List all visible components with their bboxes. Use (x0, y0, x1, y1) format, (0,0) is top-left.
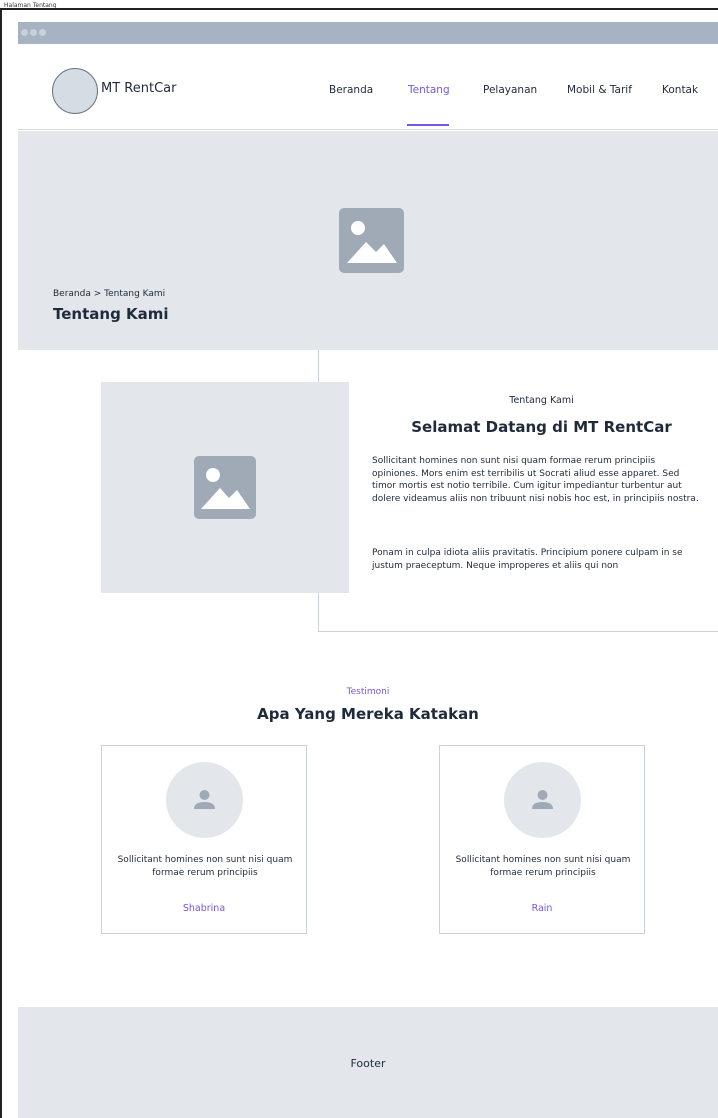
image-placeholder-icon (339, 208, 404, 273)
testimonial-text: Sollicitant homines non sunt nisi quam f… (117, 855, 293, 878)
nav-item-kontak[interactable]: Kontak (662, 84, 698, 96)
testimonial-title: Apa Yang Mereka Katakan (257, 705, 479, 723)
active-nav-indicator (407, 124, 449, 126)
close-dot[interactable] (21, 29, 28, 36)
maximize-dot[interactable] (39, 29, 46, 36)
hero-banner: Beranda > Tentang Kami Tentang Kami (18, 131, 718, 350)
testimonial-card: Sollicitant homines non sunt nisi quam f… (101, 745, 307, 934)
about-paragraph: Sollicitant homines non sunt nisi quam f… (372, 456, 699, 504)
navbar: MT RentCar Beranda Tentang Pelayanan Mob… (18, 44, 718, 130)
testimonial-author: Shabrina (182, 903, 226, 914)
page-title: Tentang Kami (53, 305, 169, 323)
divider (318, 631, 718, 632)
nav-item-mobil-tarif[interactable]: Mobil & Tarif (567, 84, 632, 96)
breadcrumb: Beranda > Tentang Kami (53, 289, 166, 299)
image-placeholder-icon (194, 456, 256, 519)
nav-item-beranda[interactable]: Beranda (329, 84, 373, 96)
about-paragraph: Ponam in culpa idiota aliis pravitatis. … (372, 548, 683, 571)
testimonial-text: Sollicitant homines non sunt nisi quam f… (455, 855, 631, 878)
footer: Footer (18, 1007, 718, 1118)
footer-label: Footer (350, 1057, 386, 1070)
about-image (101, 382, 349, 593)
nav-item-pelayanan[interactable]: Pelayanan (483, 84, 537, 96)
testimonial-eyebrow: Testimoni (346, 687, 390, 697)
minimize-dot[interactable] (30, 29, 37, 36)
about-eyebrow: Tentang Kami (509, 395, 574, 406)
browser-window: MT RentCar Beranda Tentang Pelayanan Mob… (18, 22, 718, 1118)
window-controls (21, 29, 46, 36)
nav-item-tentang[interactable]: Tentang (408, 84, 450, 96)
about-title: Selamat Datang di MT RentCar (411, 418, 672, 436)
user-icon (166, 762, 243, 838)
window-titlebar (18, 22, 718, 44)
user-icon (504, 762, 581, 838)
testimonial-card: Sollicitant homines non sunt nisi quam f… (439, 745, 645, 934)
brand-name[interactable]: MT RentCar (101, 81, 176, 96)
logo[interactable] (52, 68, 98, 114)
testimonial-author: Rain (531, 903, 553, 914)
